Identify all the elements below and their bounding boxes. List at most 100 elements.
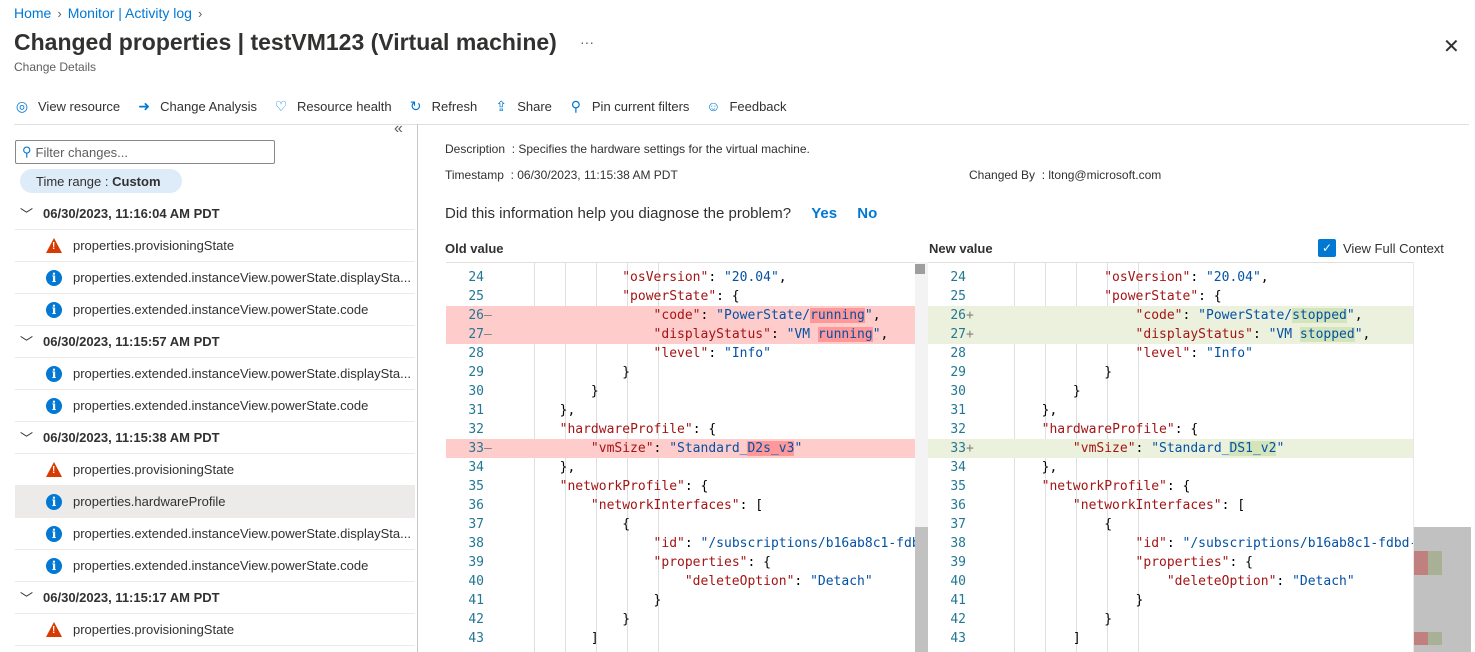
change-item[interactable]: i properties.extended.instanceView.powerS… [15,390,415,422]
change-item[interactable]: i properties.extended.instanceView.powerS… [15,358,415,390]
line-number: 35 [950,479,966,494]
code-text: } [1072,384,1081,399]
breadcrumb-home[interactable]: Home [14,5,51,21]
question-text: Did this information help you diagnose t… [445,205,792,222]
toolbar-label: Resource health [296,98,392,114]
code-line: 37 { [446,515,916,534]
code-line: 29 } [446,363,916,382]
code-line: 43 ] [928,629,1413,648]
code-text: } [1104,365,1113,380]
line-number: 31 [950,403,966,418]
code-line: 35 "networkProfile": { [928,477,1413,496]
code-line: 33— "vmSize": "Standard_D2s_v3" [446,439,916,458]
code-text: "hardwareProfile": { [1041,422,1199,437]
change-group-header[interactable]: ﹀ 06/30/2023, 11:15:38 AM PDT [15,422,415,454]
filter-changes-input[interactable]: ⚲ Filter changes... [15,140,275,164]
page-subtitle: Change Details [14,60,97,74]
change-item[interactable]: ! properties.provisioningState [15,454,415,486]
changed-by-value: ltong@microsoft.com [1048,168,1162,182]
change-item[interactable]: i properties.extended.instanceView.powerS… [15,518,415,550]
no-button[interactable]: No [857,205,877,222]
code-line: 31 }, [928,401,1413,420]
change-item[interactable]: ! properties.provisioningState [15,614,415,646]
code-line: 39 "properties": { [928,553,1413,572]
code-line: 27 + "displayStatus": "VM stopped", [928,325,1413,344]
share-button[interactable]: ⇪ Share [493,98,552,115]
toolbar-label: Feedback [729,98,787,114]
group-timestamp: 06/30/2023, 11:15:17 AM PDT [43,590,220,605]
changed-text-highlight: D2s_v3 [747,441,795,456]
change-group-header[interactable]: ﹀ 06/30/2023, 11:15:57 AM PDT [15,326,415,358]
line-number: 33 [950,441,966,456]
changed-text-highlight: stopped [1299,327,1355,342]
change-item[interactable]: i properties.extended.instanceView.powerS… [15,262,415,294]
change-item[interactable]: i properties.extended.instanceView.powerS… [15,294,415,326]
line-number: 33 [468,441,484,456]
code-text: "id": "/subscriptions/b16ab8c1-fdbd-4 [1135,536,1413,551]
code-line: 38 "id": "/subscriptions/b16ab8c1-fdbd-4 [928,534,1413,553]
toolbar-label: Share [517,98,552,114]
breadcrumb-activity-log[interactable]: Monitor | Activity log [68,5,192,21]
pin-current-filters-button[interactable]: ⚲ Pin current filters [568,98,690,115]
code-text: } [622,612,631,627]
code-line: 33 + "vmSize": "Standard_DS1_v2" [928,439,1413,458]
code-text: "networkInterfaces": [ [590,498,764,513]
diff-overview-ruler[interactable] [1413,262,1471,652]
code-line: 39 "properties": { [446,553,916,572]
new-value-editor[interactable]: 24 "osVersion": "20.04", 25 "powerState":… [928,262,1413,652]
view-resource-button[interactable]: ◎ View resource [14,98,120,115]
change-property: properties.extended.instanceView.powerSt… [73,302,369,317]
line-number: 35 [468,479,484,494]
collapse-panel-icon[interactable]: « [394,120,403,138]
code-text: } [1104,612,1113,627]
line-number: 39 [950,555,966,570]
line-number: 37 [950,517,966,532]
resource-health-button[interactable]: ♡ Resource health [273,98,392,115]
close-button[interactable]: ✕ [1443,34,1460,59]
code-line: 31 }, [446,401,916,420]
old-value-editor[interactable]: 24 "osVersion": "20.04", 25 "powerState":… [446,262,916,652]
change-group-header[interactable]: ﹀ 06/30/2023, 11:15:17 AM PDT [15,582,415,614]
change-group-header[interactable]: ﹀ 06/30/2023, 11:16:04 AM PDT [15,198,415,230]
code-text: } [1135,593,1144,608]
breadcrumb: Home › Monitor | Activity log › [14,5,208,21]
code-text: }, [559,403,576,418]
yes-button[interactable]: Yes [811,205,837,222]
code-text: "vmSize": "Standard_DS1_v2" [1072,441,1285,456]
change-item[interactable]: ! properties.provisioningState [15,230,415,262]
code-line: 40 "deleteOption": "Detach" [928,572,1413,591]
code-line: 29 } [928,363,1413,382]
change-property: properties.extended.instanceView.powerSt… [73,526,411,541]
time-range-pill[interactable]: Time range : Custom [20,169,182,193]
code-line: 36 "networkInterfaces": [ [928,496,1413,515]
feedback-button[interactable]: ☺ Feedback [705,98,786,114]
minus-icon: — [484,327,492,342]
share-icon: ⇪ [495,97,508,114]
feedback-icon: ☺ [706,98,721,114]
code-line: 41 } [446,591,916,610]
changed-by-label: Changed By [969,168,1036,182]
change-property: properties.extended.instanceView.powerSt… [73,558,369,573]
change-analysis-button[interactable]: ➜ Change Analysis [136,98,257,115]
change-item[interactable]: i properties.hardwareProfile [15,486,415,518]
refresh-icon: ↻ [409,97,422,114]
line-number: 42 [468,612,484,627]
code-line: 41 } [928,591,1413,610]
old-editor-scrollbar[interactable] [915,262,928,652]
line-number: 26 [950,308,966,323]
code-text: }, [1041,403,1058,418]
change-item[interactable]: i properties.extended.instanceView.powerS… [15,550,415,582]
description-row: Description : Specifies the hardware set… [445,142,810,156]
info-icon: i [46,525,62,542]
panel-divider[interactable] [417,124,418,652]
code-line: 37 { [928,515,1413,534]
view-full-context-checkbox[interactable]: ✓ View Full Context [1318,239,1444,257]
line-number: 43 [468,631,484,646]
code-line: 28 "level": "Info" [446,344,916,363]
code-text: "code": "PowerState/running", [653,308,881,323]
timestamp-row: Timestamp : 06/30/2023, 11:15:38 AM PDT [445,168,678,182]
refresh-button[interactable]: ↻ Refresh [408,97,477,115]
code-line: 42 } [446,610,916,629]
more-options-button[interactable]: ··· [580,34,594,50]
change-property: properties.extended.instanceView.powerSt… [73,398,369,413]
